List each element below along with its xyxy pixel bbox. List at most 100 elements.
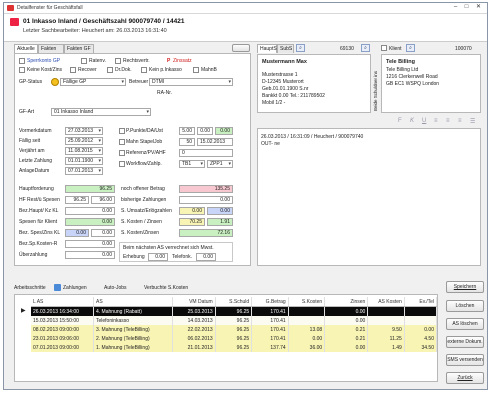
checkbox-sperrkonto[interactable] <box>19 58 25 64</box>
checkbox-ratenv[interactable] <box>81 58 87 64</box>
workflow-select[interactable]: TB1 <box>179 160 205 168</box>
telefon-field[interactable]: 0.00 <box>196 253 216 261</box>
small-action-button[interactable] <box>232 44 250 52</box>
col-header[interactable]: G.Betrag <box>251 297 289 307</box>
col-header[interactable]: S.Kosten <box>288 297 326 307</box>
kosten-zinsen-a-field[interactable]: 70.25 <box>179 218 205 226</box>
date-label: Vormerkdatum <box>19 128 52 134</box>
erhebung-field[interactable]: 0.00 <box>148 253 168 261</box>
checkbox-stapel[interactable] <box>119 139 125 145</box>
hf-rest-b-field[interactable]: 96.00 <box>91 196 115 204</box>
bez-haupt-field[interactable]: 0.00 <box>65 207 115 215</box>
delete-button[interactable]: Löschen <box>446 300 484 312</box>
bisherige-zahlungen-field[interactable]: 0.00 <box>179 196 233 204</box>
verjaehrt-am-field[interactable]: 11.08.2015 <box>65 147 103 155</box>
minimize-button[interactable]: – <box>451 4 460 11</box>
search-icon[interactable]: ⌕ <box>296 44 305 52</box>
gf-art-select[interactable]: 01 Inkasso Inland <box>51 108 151 116</box>
letzte-zahlung-field[interactable]: 01.01.1900 <box>65 157 103 165</box>
table-row[interactable]: 23.01.2013 09:06:00 2. Mahnung (TeleBilli… <box>31 334 438 343</box>
cell <box>288 306 326 316</box>
checkbox-mahnb[interactable] <box>193 67 199 73</box>
search-icon[interactable]: ⌕ <box>361 44 370 52</box>
offener-betrag-field[interactable]: 135.25 <box>179 185 233 193</box>
punkte-field[interactable]: 5.00 <box>179 127 195 135</box>
external-docs-button[interactable]: externe Dokum. <box>446 336 484 348</box>
send-sms-button[interactable]: SMS versenden <box>446 354 484 366</box>
cell: 11.25 <box>367 334 405 343</box>
client-line: GB EC1 WSPQ London <box>386 81 440 87</box>
col-header[interactable]: S.Schuld <box>215 297 253 307</box>
col-header[interactable]: AS <box>93 297 173 307</box>
maximize-button[interactable]: □ <box>462 4 471 11</box>
betreuer-select[interactable]: DTMI <box>149 78 233 86</box>
col-header[interactable]: Zinsen <box>324 297 369 307</box>
align-center-icon[interactable]: ≡ <box>446 118 450 124</box>
col-header[interactable]: VM Datum <box>172 297 216 307</box>
stapel-date-field[interactable]: 15.02.2013 <box>197 138 233 146</box>
col-header[interactable]: Ev./Tel <box>404 297 438 307</box>
table-row[interactable]: 07.01.2013 09:00:00 1. Mahnung (TeleBilli… <box>31 343 438 352</box>
tab-haupt[interactable]: HauptS <box>257 44 277 53</box>
checkbox-kein-p-inkasso[interactable] <box>141 67 147 73</box>
tab-sub[interactable]: SubS <box>277 44 294 53</box>
tab-arbeitsschritte[interactable]: Arbeitsschritte <box>14 285 46 291</box>
back-button[interactable]: Zurück <box>446 372 484 384</box>
faellig-seit-field[interactable]: 25.09.2012 <box>65 137 103 145</box>
search-icon[interactable]: ⌕ <box>406 44 415 52</box>
col-header[interactable]: L AS <box>31 297 94 307</box>
tab-zahlungen[interactable]: Zahlungen <box>63 285 87 291</box>
underline-icon[interactable]: U <box>422 118 426 124</box>
italic-icon[interactable]: K <box>410 118 414 124</box>
table-row[interactable]: 15.03.2013 15:50:00 Telefoninkasso 14.03.2… <box>31 316 438 325</box>
hauptforderung-field[interactable]: 96.25 <box>65 185 115 193</box>
referenz-field[interactable]: 0 <box>179 149 233 157</box>
vormerkdatum-field[interactable]: 27.03.2013 <box>65 127 103 135</box>
cell: 3. Mahnung (TeleBilling) <box>93 325 173 334</box>
checkbox-rechtsvertr[interactable] <box>115 58 121 64</box>
umsatz-b-field[interactable]: 0.00 <box>207 207 233 215</box>
amount-label: bisherige Zahlungen <box>121 197 167 203</box>
tab-aktuelle-stand[interactable]: Aktuelle Stand <box>14 44 38 60</box>
ust-field[interactable]: 0.00 <box>215 127 233 135</box>
checkbox-keine-kost-zins[interactable] <box>19 67 25 73</box>
kosten-zinsen-total-field[interactable]: 72.16 <box>179 229 233 237</box>
tab-fakten-gf-ii[interactable]: Fakten GF II <box>64 44 94 60</box>
status-panel: Sperrkonto GP Ratenv. Rechtsvertr. P Zin… <box>14 53 251 266</box>
bold-icon[interactable]: F <box>398 118 402 124</box>
anlagedatum-field[interactable]: 07.01.2013 <box>65 167 103 175</box>
gp-status-select[interactable]: Fällige GP <box>60 78 126 86</box>
bez-spes-a-field[interactable]: 0.00 <box>65 229 89 237</box>
case-title: 01 Inkasso Inland / Geschäftszahl 900079… <box>23 18 185 25</box>
kosten-zinsen-b-field[interactable]: 1.91 <box>207 218 233 226</box>
table-row[interactable]: 08.02.2013 09:00:00 3. Mahnung (TeleBilli… <box>31 325 438 334</box>
hf-rest-a-field[interactable]: 96.25 <box>65 196 89 204</box>
align-right-icon[interactable]: ≡ <box>458 118 462 124</box>
checkbox-referenz[interactable] <box>119 150 125 156</box>
delete-as-button[interactable]: AS löschen <box>446 318 484 330</box>
col-header[interactable]: AS Kosten <box>367 297 405 307</box>
checkbox-recover[interactable] <box>70 67 76 73</box>
tab-auto-jobs[interactable]: Auto-Jobs <box>104 285 127 291</box>
bez-spes-b-field[interactable]: 0.00 <box>91 229 115 237</box>
checkbox-klient[interactable] <box>381 45 387 51</box>
da-field[interactable]: 0.00 <box>197 127 213 135</box>
save-button[interactable]: Speichern <box>446 281 484 293</box>
tab-verbuchte-kosten[interactable]: Verbuchte S.Kosten <box>144 285 188 291</box>
close-button[interactable]: ✕ <box>474 4 483 11</box>
zahlp-select[interactable]: ZPP1 <box>207 160 233 168</box>
list-icon[interactable]: ☰ <box>470 118 475 125</box>
checkbox-punkte[interactable] <box>119 128 125 134</box>
spesen-klient-field[interactable]: 0.00 <box>65 218 115 226</box>
checkbox-dr-dok[interactable] <box>107 67 113 73</box>
amount-label: S. Umsatz/Erlögzahlen <box>121 208 172 214</box>
table-row[interactable]: 26.03.2013 16:34:00 4. Mahnung (Rabatt) 25… <box>31 306 438 316</box>
bez-sp-kosten-field[interactable]: 0.00 <box>65 240 115 248</box>
checkbox-workflow[interactable] <box>119 161 125 167</box>
cell: 96.25 <box>215 343 253 352</box>
umsatz-a-field[interactable]: 0.00 <box>179 207 205 215</box>
stapel-field[interactable]: 50 <box>179 138 195 146</box>
align-left-icon[interactable]: ≡ <box>434 118 438 124</box>
ueberzahlung-field[interactable]: 0.00 <box>65 251 115 259</box>
tab-fakten-gf[interactable]: Fakten GF <box>38 44 64 60</box>
